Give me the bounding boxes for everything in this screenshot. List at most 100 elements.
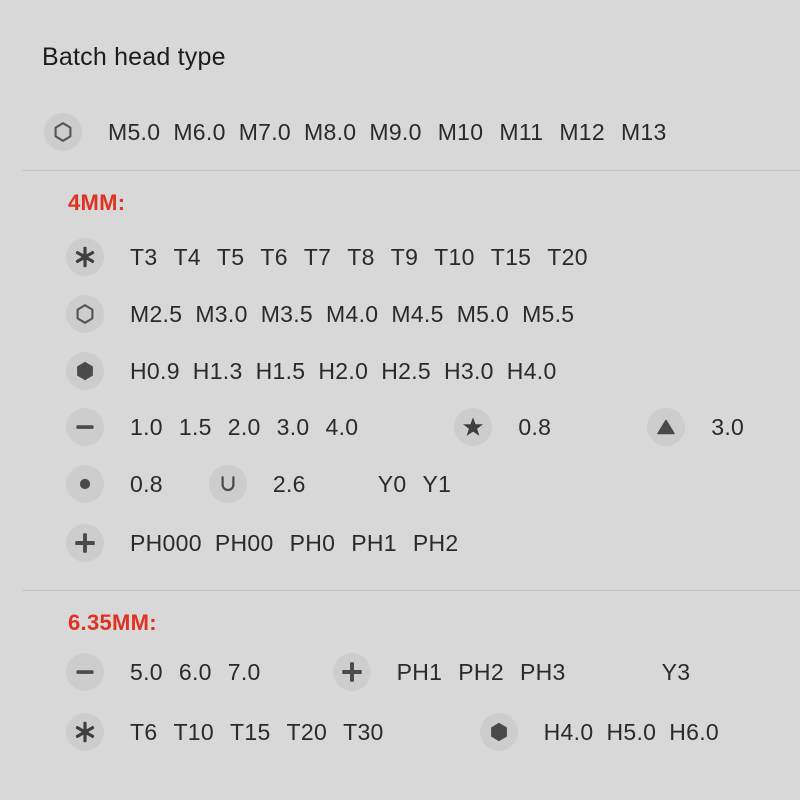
size-label[interactable]: T20 (547, 244, 588, 271)
size-label[interactable]: Y3 (662, 659, 691, 686)
size-label[interactable]: M4.0 (326, 301, 378, 328)
size-label[interactable]: 1.0 (130, 414, 163, 441)
size-list-4mm-y: Y0 Y1 (378, 471, 451, 498)
size-label[interactable]: T8 (347, 244, 374, 271)
phillips-plus-icon[interactable] (66, 524, 104, 562)
size-label[interactable]: PH2 (458, 659, 504, 686)
size-label[interactable]: PH3 (520, 659, 566, 686)
size-label[interactable]: 7.0 (228, 659, 261, 686)
size-label[interactable]: M12 (559, 119, 605, 146)
size-label[interactable]: PH1 (397, 659, 443, 686)
size-label[interactable]: M8.0 (304, 119, 356, 146)
size-label[interactable]: H5.0 (606, 719, 656, 746)
size-label[interactable]: 3.0 (277, 414, 310, 441)
size-label[interactable]: 4.0 (326, 414, 359, 441)
hex-socket-outline-icon[interactable] (66, 295, 104, 333)
size-label[interactable]: T6 (260, 244, 287, 271)
size-label[interactable]: T10 (434, 244, 475, 271)
size-label[interactable]: H4.0 (507, 358, 557, 385)
size-list-4mm-flathead: 1.0 1.5 2.0 3.0 4.0 (130, 414, 358, 441)
size-label[interactable]: T9 (391, 244, 418, 271)
group-pentalobe: 0.8 (454, 408, 551, 446)
size-label[interactable]: T15 (230, 719, 271, 746)
size-label[interactable]: M2.5 (130, 301, 182, 328)
size-label[interactable]: M7.0 (239, 119, 291, 146)
size-label[interactable]: M13 (621, 119, 667, 146)
row-635mm-flathead-phillips-y: 5.0 6.0 7.0 PH1 PH2 PH3 Y3 (66, 653, 690, 691)
phillips-plus-icon[interactable] (333, 653, 371, 691)
size-label[interactable]: PH2 (413, 530, 459, 557)
flathead-minus-icon[interactable] (66, 653, 104, 691)
group-635-torx: T6 T10 T15 T20 T30 (66, 713, 384, 751)
size-label[interactable]: M3.0 (195, 301, 247, 328)
hex-filled-icon[interactable] (480, 713, 518, 751)
size-label[interactable]: M10 (438, 119, 484, 146)
size-label[interactable]: M6.0 (173, 119, 225, 146)
size-label[interactable]: M9.0 (369, 119, 421, 146)
hex-socket-outline-icon[interactable] (44, 113, 82, 151)
torx-star-icon[interactable] (66, 713, 104, 751)
size-label[interactable]: 0.8 (130, 471, 163, 498)
size-label[interactable]: 0.8 (518, 414, 551, 441)
group-triangle: 3.0 (647, 408, 744, 446)
size-label[interactable]: H4.0 (544, 719, 594, 746)
size-label[interactable]: M11 (499, 119, 543, 146)
dot-pin-icon[interactable] (66, 465, 104, 503)
size-label[interactable]: T5 (217, 244, 244, 271)
size-label[interactable]: 2.0 (228, 414, 261, 441)
size-label[interactable]: 6.0 (179, 659, 212, 686)
size-label[interactable]: 1.5 (179, 414, 212, 441)
size-label[interactable]: M5.0 (108, 119, 160, 146)
size-label[interactable]: M3.5 (261, 301, 313, 328)
size-label[interactable]: H2.5 (381, 358, 431, 385)
size-label[interactable]: H0.9 (130, 358, 180, 385)
group-hex-socket-outline: M5.0 M6.0 M7.0 M8.0 M9.0 M10 M11 M12 M13 (44, 113, 667, 151)
size-label[interactable]: 2.6 (273, 471, 306, 498)
size-label[interactable]: PH00 (215, 530, 274, 557)
size-label[interactable]: H3.0 (444, 358, 494, 385)
size-label[interactable]: H1.5 (256, 358, 306, 385)
size-label[interactable]: 3.0 (711, 414, 744, 441)
size-label[interactable]: PH1 (351, 530, 397, 557)
size-label[interactable]: PH000 (130, 530, 202, 557)
size-label[interactable]: T20 (287, 719, 328, 746)
group-hex-filled: H0.9 H1.3 H1.5 H2.0 H2.5 H3.0 H4.0 (66, 352, 557, 390)
size-label[interactable]: 5.0 (130, 659, 163, 686)
torx-star-icon[interactable] (66, 238, 104, 276)
u-shape-icon[interactable] (209, 465, 247, 503)
size-label[interactable]: T15 (491, 244, 532, 271)
size-label[interactable]: H6.0 (669, 719, 719, 746)
size-label[interactable]: M5.5 (522, 301, 574, 328)
size-label[interactable]: T7 (304, 244, 331, 271)
flathead-minus-icon[interactable] (66, 408, 104, 446)
triangle-icon[interactable] (647, 408, 685, 446)
size-label[interactable]: T6 (130, 719, 157, 746)
section-header-4mm: 4MM: (68, 190, 125, 216)
pentalobe-star-icon[interactable] (454, 408, 492, 446)
row-4mm-hex-outline: M2.5 M3.0 M3.5 M4.0 M4.5 M5.0 M5.5 (66, 295, 574, 333)
size-list-4mm-phillips: PH000 PH00 PH0 PH1 PH2 (130, 530, 459, 557)
size-list-635-phillips: PH1 PH2 PH3 (397, 659, 566, 686)
size-label[interactable]: H1.3 (193, 358, 243, 385)
size-label[interactable]: M5.0 (457, 301, 509, 328)
size-list-4mm-triangle: 3.0 (711, 414, 744, 441)
group-635-flathead: 5.0 6.0 7.0 (66, 653, 261, 691)
size-label[interactable]: PH0 (290, 530, 336, 557)
size-label[interactable]: Y1 (422, 471, 451, 498)
size-label[interactable]: H2.0 (318, 358, 368, 385)
group-flathead: 1.0 1.5 2.0 3.0 4.0 (66, 408, 358, 446)
row-4mm-flathead-star-triangle: 1.0 1.5 2.0 3.0 4.0 0.8 3.0 (66, 408, 744, 446)
size-label[interactable]: T10 (173, 719, 214, 746)
group-635-hex-filled: H4.0 H5.0 H6.0 (480, 713, 719, 751)
size-list-4mm-u: 2.6 (273, 471, 306, 498)
hex-filled-icon[interactable] (66, 352, 104, 390)
size-label[interactable]: M4.5 (391, 301, 443, 328)
group-hex-outline: M2.5 M3.0 M3.5 M4.0 M4.5 M5.0 M5.5 (66, 295, 574, 333)
section-header-635mm: 6.35MM: (68, 610, 157, 636)
batch-head-type-panel: Batch head type M5.0M6.0M7.0M8.0M9.0M10M… (0, 0, 800, 800)
size-label[interactable]: T4 (173, 244, 200, 271)
size-label[interactable]: T3 (130, 244, 157, 271)
size-label[interactable]: Y0 (378, 471, 407, 498)
row-4mm-dot-u-y: 0.8 2.6 Y0 Y1 (66, 465, 451, 503)
size-label[interactable]: T30 (343, 719, 384, 746)
